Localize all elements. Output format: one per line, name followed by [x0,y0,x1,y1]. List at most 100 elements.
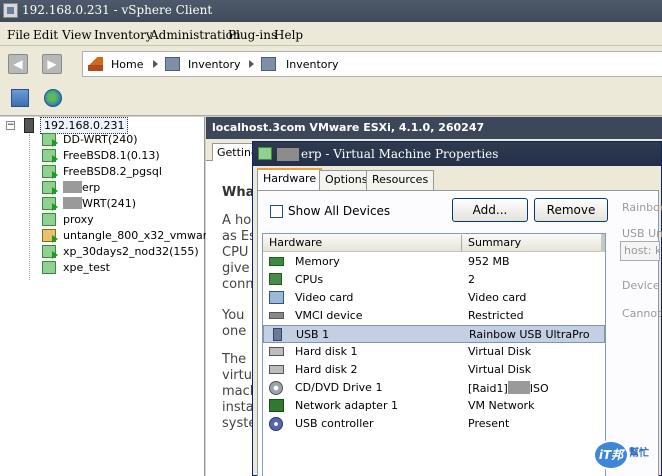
tab-hardware[interactable]: Hardware [257,168,323,190]
getting-started-paragraph: You one [222,308,254,340]
collapse-toggle[interactable]: − [6,121,15,130]
dialog-title: erp - Virtual Machine Properties [301,147,499,161]
menu-bar: File Edit View Inventory Administration … [0,22,662,46]
hardware-summary: Rainbow USB UltraPro [469,328,590,341]
menu-view[interactable]: View [62,28,92,42]
hardware-name: Video card [295,291,354,304]
scrollbar[interactable] [601,234,605,252]
paragraph-line: one [222,324,247,339]
tree-vm-item[interactable]: WRT(241) [42,196,202,212]
table-row-selected[interactable]: USB 1 Rainbow USB UltraPro [263,325,605,343]
hardware-name: VMCI device [295,309,363,322]
breadcrumb-inventory-view[interactable]: Inventory [286,58,339,71]
table-row[interactable]: Video card Video card [263,289,605,307]
getting-started-paragraph: The virtu mach insta syste [222,352,254,432]
breadcrumb-home[interactable]: Home [111,58,143,71]
getting-started-heading: What [222,185,254,200]
usb-icon [273,328,282,341]
menu-plug-ins[interactable]: Plug-ins [228,28,277,42]
paragraph-line: You [222,308,245,323]
hardware-summary: VM Network [468,399,535,412]
paragraph-line: as Es [222,229,254,244]
breadcrumb-inventory[interactable]: Inventory [188,58,241,71]
remove-button[interactable]: Remove [534,198,608,222]
cannot-note: Cannot r [622,307,662,320]
table-row[interactable]: Network adapter 1 VM Network [263,397,605,415]
table-row[interactable]: CD/DVD Drive 1 [Raid1] ISO [263,379,605,397]
column-divider [461,235,462,251]
paragraph-line: mach [222,384,254,399]
tab-resources[interactable]: Resources [366,170,435,190]
paragraph-line: conn [222,277,254,292]
table-row[interactable]: Hard disk 2 Virtual Disk [263,361,605,379]
table-row[interactable]: Memory 952 MB [263,253,605,271]
tree-vm-item[interactable]: xp_30days2_nod32(155) [42,244,202,260]
hardware-summary: Virtual Disk [468,363,532,376]
menu-edit[interactable]: Edit [33,28,58,42]
inventory-tree: − 192.168.0.231 DD-WRT(240) FreeBSD8.1(0… [0,117,214,476]
hardware-summary: Virtual Disk [468,345,532,358]
menu-file[interactable]: File [7,28,30,42]
paragraph-line: give [222,261,250,276]
arrow-left-icon: ◀ [13,57,23,71]
tree-vm-item[interactable]: DD-WRT(240) [42,132,202,148]
hardware-name: USB 1 [296,328,330,341]
vm-lock-icon [42,229,58,243]
menu-help[interactable]: Help [274,28,303,42]
tree-vm-label: erp [63,181,100,194]
dialog-title-bar[interactable]: erp - Virtual Machine Properties [253,142,661,166]
vm-powered-off-icon [42,213,56,226]
new-host-icon[interactable] [11,89,29,107]
tree-vm-item[interactable]: erp [42,180,202,196]
vm-powered-on-icon [42,197,58,211]
back-button[interactable]: ◀ [8,54,28,74]
menu-inventory[interactable]: Inventory [94,28,153,42]
tree-vm-item[interactable]: proxy [42,212,202,228]
hardware-summary: Video card [468,291,527,304]
host-field[interactable]: host: k [620,241,660,261]
add-button[interactable]: Add... [452,198,528,222]
redacted-block [507,381,530,394]
table-row[interactable]: VMCI device Restricted [263,307,605,325]
hardware-name: CPUs [295,273,324,286]
paragraph-line: syste [222,416,254,431]
getting-started-paragraph: A ho as Es CPU give conn [222,213,254,293]
hardware-table: Hardware Summary Memory 952 MB CPUs 2 Vi… [262,233,606,476]
tree-connector [29,134,30,280]
device-status-label: Device S [622,279,662,292]
tree-vm-item[interactable]: xpe_test [42,260,202,276]
forward-button[interactable]: ▶ [42,54,62,74]
tree-vm-item[interactable]: FreeBSD8.2_pgsql [42,164,202,180]
hardware-summary: Restricted [468,309,524,322]
vm-powered-on-icon [42,245,58,259]
hard-disk-icon [269,365,284,374]
hardware-summary: 952 MB [468,255,510,268]
host-summary-title: localhost.3com VMware ESXi, 4.1.0, 26024… [212,121,485,134]
tree-vm-label: FreeBSD8.2_pgsql [63,165,162,178]
tree-vm-label: WRT(241) [63,197,136,210]
paragraph-line: The [222,352,247,367]
paragraph-line: insta [222,400,254,415]
column-header-hardware[interactable]: Hardware [269,236,322,249]
window-title-bar: 192.168.0.231 - vSphere Client [0,0,662,22]
table-row[interactable]: USB controller Present [263,415,605,433]
breadcrumb: Home Inventory Inventory [82,51,662,77]
hardware-table-header: Hardware Summary [263,234,605,252]
tree-vm-label: DD-WRT(240) [63,133,138,146]
table-row[interactable]: Hard disk 1 Virtual Disk [263,343,605,361]
tree-vm-label: xpe_test [63,261,110,274]
tree-vm-label: untangle_800_x32_vmware [63,229,214,242]
tree-vm-label-suffix: erp [82,181,101,194]
paragraph-line: A ho [222,213,252,228]
window-title: 192.168.0.231 - vSphere Client [22,3,213,17]
hardware-name: Network adapter 1 [295,399,398,412]
vm-properties-dialog: erp - Virtual Machine Properties Hardwar… [252,141,662,476]
new-virtual-machine-icon[interactable] [44,89,62,107]
column-header-summary[interactable]: Summary [468,236,521,249]
tree-vm-item[interactable]: untangle_800_x32_vmware [42,228,214,244]
tree-vm-label-suffix: WRT(241) [82,197,137,210]
table-row[interactable]: CPUs 2 [263,271,605,289]
tree-vm-label: xp_30days2_nod32(155) [63,245,199,258]
tree-vm-item[interactable]: FreeBSD8.1(0.13) [42,148,202,164]
show-all-devices-checkbox[interactable] [270,205,283,218]
